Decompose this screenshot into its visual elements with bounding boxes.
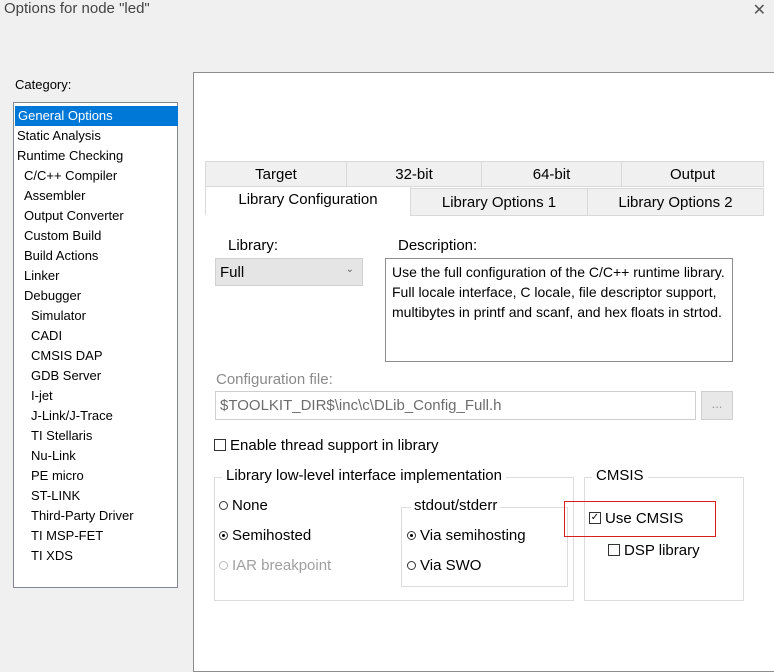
close-icon[interactable]: ✕ [753, 0, 766, 20]
stdout-title: stdout/stderr [411, 497, 501, 514]
category-item-pe-micro[interactable]: PE micro [31, 466, 84, 486]
category-item-nu-link[interactable]: Nu-Link [31, 446, 76, 466]
radio-iar-breakpoint-label: IAR breakpoint [232, 557, 332, 574]
category-item-debugger[interactable]: Debugger [24, 286, 81, 306]
category-item-gdb-server[interactable]: GDB Server [31, 366, 101, 386]
radio-none-label: None [232, 497, 268, 514]
thread-support-checkbox[interactable]: Enable thread support in library [214, 437, 438, 454]
category-item-simulator[interactable]: Simulator [31, 306, 86, 326]
category-item-build-actions[interactable]: Build Actions [24, 246, 98, 266]
category-item-cmsis-dap[interactable]: CMSIS DAP [31, 346, 103, 366]
checked-icon: ✓ [589, 512, 601, 525]
radio-semihosted-label: Semihosted [232, 527, 312, 544]
tab-library-options-1[interactable]: Library Options 1 [410, 188, 588, 216]
cmsis-title: CMSIS [592, 467, 648, 484]
radio-none[interactable]: None [219, 497, 268, 514]
use-cmsis-checkbox[interactable]: ✓ Use CMSIS [589, 510, 683, 527]
radio-icon [219, 530, 228, 540]
use-cmsis-label: Use CMSIS [605, 510, 684, 527]
cmsis-groupbox [584, 477, 744, 601]
tab-32-bit[interactable]: 32-bit [346, 161, 482, 187]
category-item-st-link[interactable]: ST-LINK [31, 486, 80, 506]
tab-target[interactable]: Target [205, 161, 347, 187]
tab-output[interactable]: Output [621, 161, 764, 187]
browse-button[interactable]: ... [701, 391, 733, 420]
library-label: Library: [228, 237, 279, 254]
category-item-i-jet[interactable]: I-jet [31, 386, 53, 406]
category-item-static-analysis[interactable]: Static Analysis [17, 126, 101, 146]
radio-icon [407, 560, 416, 570]
radio-via-semihosting-label: Via semihosting [420, 527, 526, 544]
category-item-cadi[interactable]: CADI [31, 326, 62, 346]
category-item-ti-xds[interactable]: TI XDS [31, 546, 73, 566]
radio-iar-breakpoint: IAR breakpoint [219, 557, 331, 574]
config-file-label: Configuration file: [216, 371, 333, 388]
category-item-general-options[interactable]: General Options [15, 106, 178, 126]
description-label: Description: [398, 237, 478, 254]
category-list[interactable]: General Options Static Analysis Runtime … [13, 102, 178, 588]
category-item-linker[interactable]: Linker [24, 266, 59, 286]
tab-library-configuration[interactable]: Library Configuration [205, 186, 411, 215]
category-item-ti-msp-fet[interactable]: TI MSP-FET [31, 526, 103, 546]
chevron-down-icon: ⌄ [345, 264, 354, 275]
radio-icon [219, 500, 228, 510]
lowlevel-title: Library low-level interface implementati… [222, 467, 506, 484]
radio-semihosted[interactable]: Semihosted [219, 527, 311, 544]
category-item-ti-stellaris[interactable]: TI Stellaris [31, 426, 92, 446]
category-item-jlink-jtrace[interactable]: J-Link/J-Trace [31, 406, 113, 426]
category-item-output-converter[interactable]: Output Converter [24, 206, 124, 226]
radio-via-swo-label: Via SWO [420, 557, 482, 574]
window-title: Options for node "led" [4, 0, 150, 17]
category-item-assembler[interactable]: Assembler [24, 186, 85, 206]
thread-support-label: Enable thread support in library [230, 437, 439, 454]
tab-library-options-2[interactable]: Library Options 2 [587, 188, 764, 216]
config-file-input[interactable]: $TOOLKIT_DIR$\inc\c\DLib_Config_Full.h [215, 391, 696, 420]
dsp-library-label: DSP library [624, 542, 700, 559]
checkbox-icon [214, 439, 226, 452]
checkbox-icon [608, 544, 620, 557]
dsp-library-checkbox[interactable]: DSP library [608, 542, 700, 559]
category-item-cpp-compiler[interactable]: C/C++ Compiler [24, 166, 117, 186]
radio-via-semihosting[interactable]: Via semihosting [407, 527, 526, 544]
stdout-groupbox [401, 507, 568, 587]
radio-icon [219, 560, 228, 570]
category-item-third-party-driver[interactable]: Third-Party Driver [31, 506, 134, 526]
tab-64-bit[interactable]: 64-bit [481, 161, 622, 187]
radio-icon [407, 530, 416, 540]
description-text: Use the full configuration of the C/C++ … [385, 258, 733, 362]
radio-via-swo[interactable]: Via SWO [407, 557, 481, 574]
category-label: Category: [15, 77, 72, 92]
library-select-value: Full [220, 264, 245, 281]
library-select[interactable]: Full ⌄ [215, 258, 363, 286]
category-item-custom-build[interactable]: Custom Build [24, 226, 101, 246]
category-item-runtime-checking[interactable]: Runtime Checking [17, 146, 123, 166]
